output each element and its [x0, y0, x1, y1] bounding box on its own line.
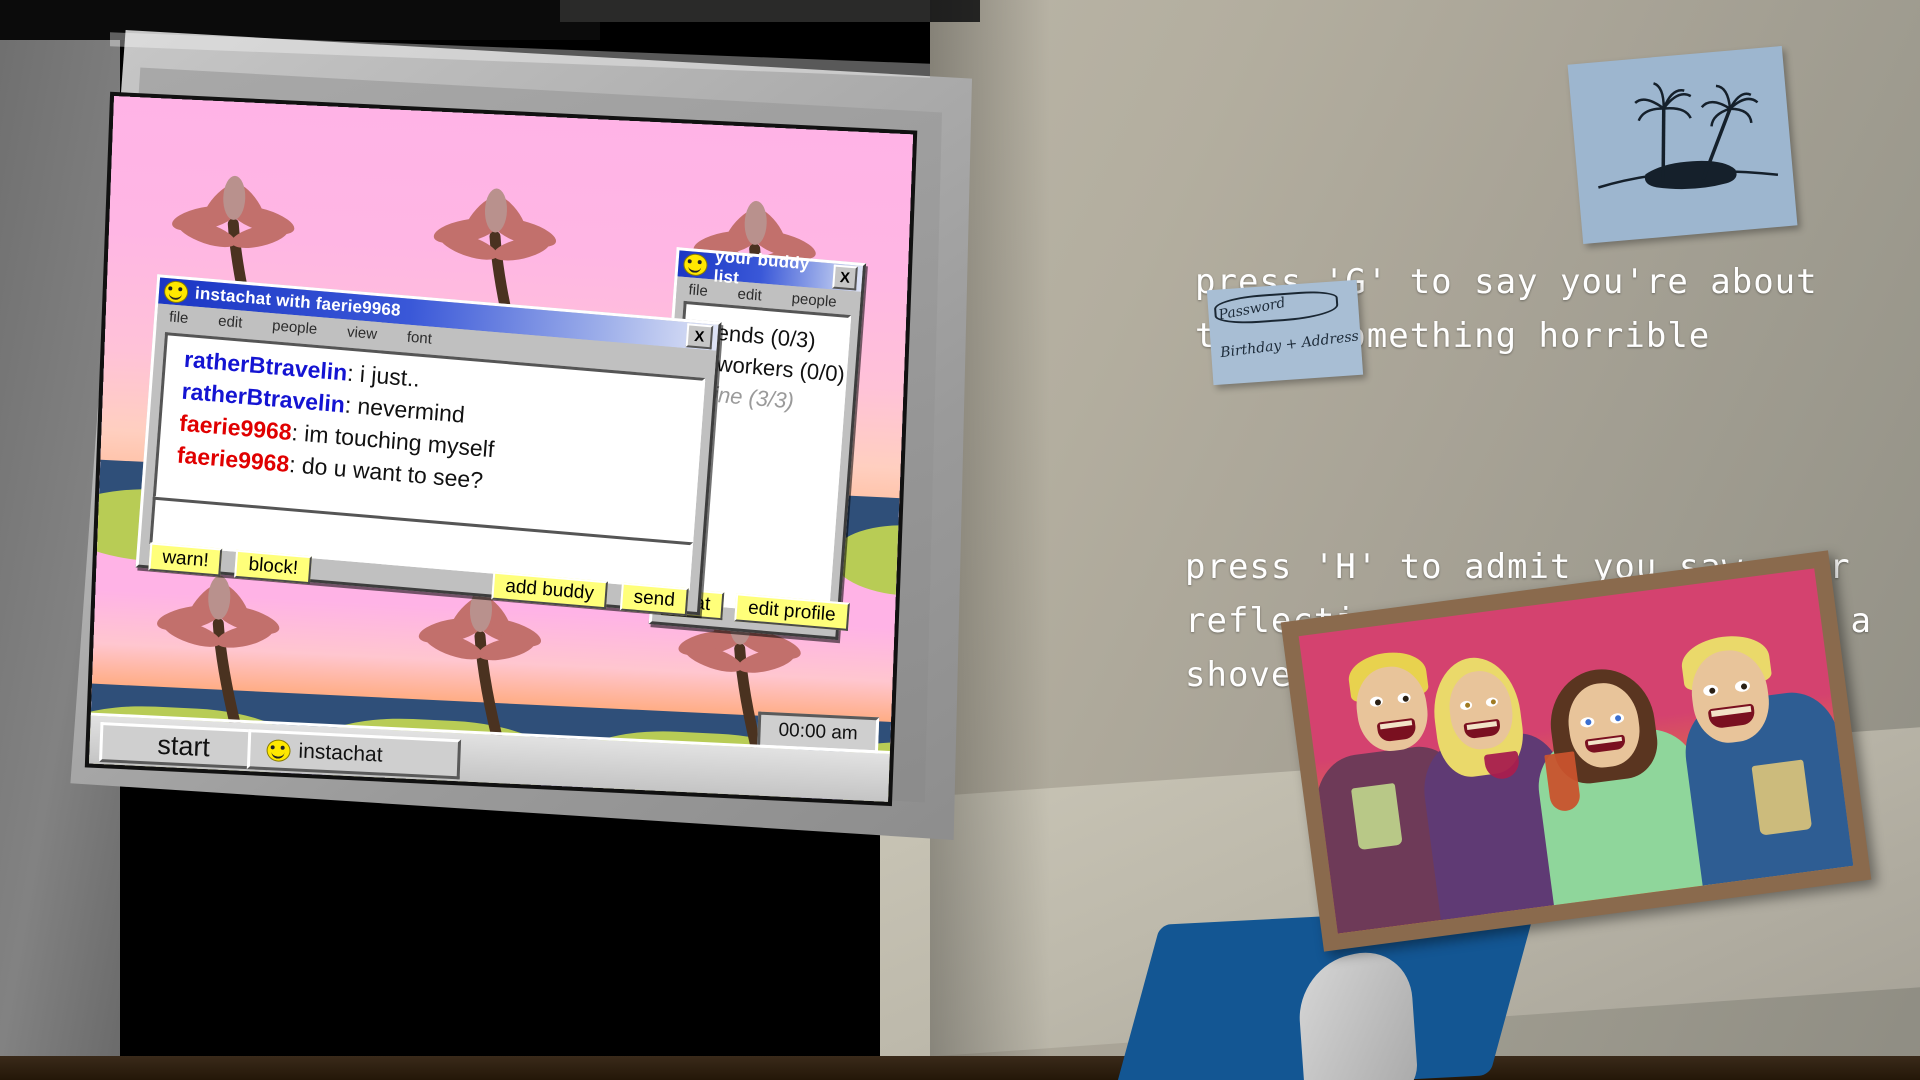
- palm-island-sketch-icon: [1598, 82, 1779, 190]
- menu-item-edit[interactable]: edit: [737, 285, 762, 304]
- chat-sep: :: [290, 419, 299, 446]
- menu-item-edit[interactable]: edit: [218, 312, 243, 331]
- taskbar-item-label: instachat: [298, 739, 383, 767]
- edit-profile-button[interactable]: edit profile: [734, 593, 850, 631]
- menu-item-file[interactable]: file: [169, 308, 189, 327]
- smiley-icon: [266, 739, 291, 763]
- start-button[interactable]: start: [99, 722, 269, 771]
- chat-sep: :: [343, 391, 353, 419]
- chat-sep: :: [346, 359, 355, 387]
- monitor-screen: your buddy list X file edit people frien…: [88, 96, 914, 802]
- smiley-icon: [682, 252, 709, 277]
- menu-item-people[interactable]: people: [791, 290, 837, 311]
- close-icon[interactable]: X: [832, 264, 858, 291]
- desktop[interactable]: your buddy list X file edit people frien…: [88, 96, 914, 802]
- crt-monitor: your buddy list X file edit people frien…: [52, 30, 972, 840]
- floor: [0, 1056, 1920, 1080]
- menu-item-font[interactable]: font: [406, 328, 432, 347]
- chat-text: i just..: [359, 360, 421, 392]
- button-row-spacer: [325, 571, 478, 584]
- send-button[interactable]: send: [619, 582, 689, 617]
- room-scene: press 'G' to say you're about to do some…: [0, 0, 1920, 1080]
- party-photo-image: [1298, 568, 1854, 934]
- instachat-window[interactable]: instachat with faerie9968 X file edit pe…: [135, 274, 722, 617]
- taskbar-item-instachat[interactable]: instachat: [246, 729, 462, 780]
- ceiling-upper: [560, 0, 980, 22]
- smiley-icon: [163, 279, 189, 304]
- chat-sep: :: [288, 451, 297, 478]
- start-button-label: start: [156, 729, 211, 762]
- close-icon[interactable]: X: [685, 323, 714, 350]
- menu-item-file[interactable]: file: [688, 281, 708, 300]
- menu-item-people[interactable]: people: [272, 317, 318, 338]
- menu-item-view[interactable]: view: [346, 323, 377, 342]
- warn-button[interactable]: warn!: [148, 542, 223, 577]
- chat-nick: faerie9968: [176, 441, 291, 477]
- sticky-note-password: Password Birthday + Address: [1206, 279, 1364, 386]
- sticky-note-sketch: [1567, 45, 1798, 245]
- sticky-birthday-line: Birthday + Address: [1219, 328, 1360, 362]
